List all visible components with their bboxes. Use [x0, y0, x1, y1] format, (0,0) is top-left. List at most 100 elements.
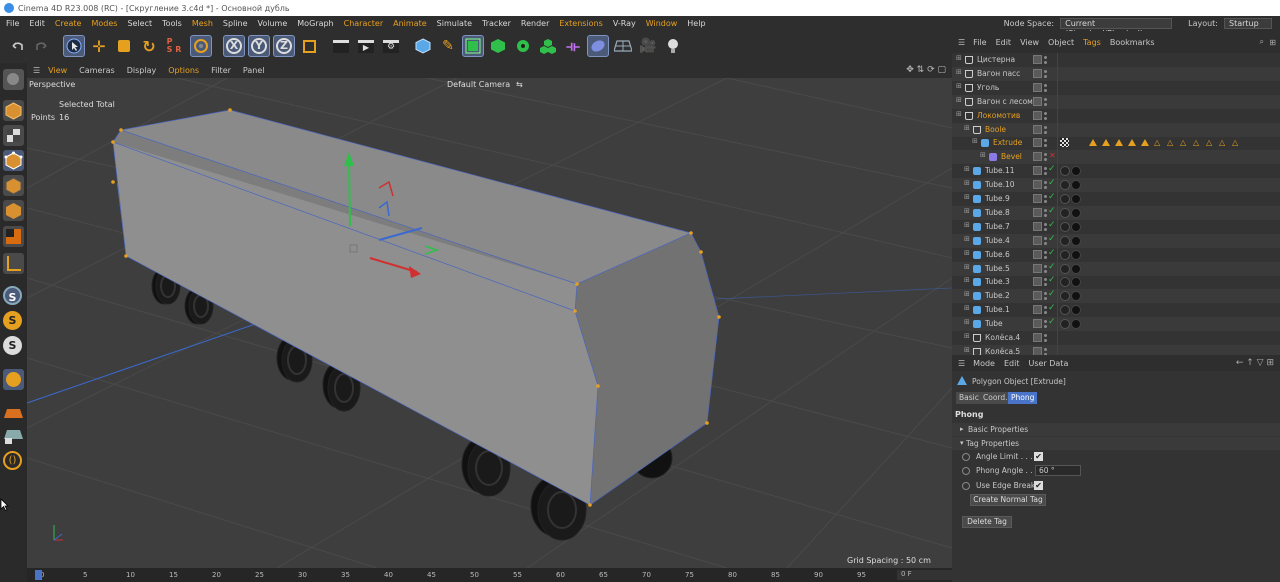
move-tool-button[interactable]: ✛ — [88, 35, 110, 57]
selection-tag-icon[interactable] — [1128, 139, 1136, 147]
disabled-x-icon[interactable]: ✕ — [1049, 151, 1056, 160]
material-tag-icon[interactable] — [1071, 194, 1081, 204]
enabled-check-icon[interactable]: ✓ — [1048, 248, 1056, 258]
material-tag-icon[interactable] — [1071, 207, 1081, 218]
expand-toggle-icon[interactable]: ⊞ — [964, 235, 970, 243]
playhead[interactable] — [35, 570, 42, 580]
expand-toggle-icon[interactable]: ⊞ — [964, 332, 970, 340]
layer-checkbox[interactable] — [1033, 138, 1042, 148]
visibility-dots[interactable] — [1044, 111, 1048, 121]
3d-viewport[interactable]: Perspective Default Camera ⇆ Selected To… — [27, 78, 952, 568]
layer-checkbox[interactable] — [1033, 82, 1042, 92]
phong-tag-icon[interactable] — [1060, 319, 1070, 330]
material-tag-icon[interactable] — [1071, 319, 1081, 330]
attribute-menu-mode[interactable]: Mode — [973, 359, 995, 368]
snap-s-button-3[interactable]: S — [3, 336, 24, 357]
viewport-menu-options[interactable]: Options — [168, 66, 199, 75]
menu-extensions[interactable]: Extensions — [559, 19, 602, 28]
expand-toggle-icon[interactable]: ⊞ — [964, 318, 970, 326]
layer-checkbox[interactable] — [1033, 319, 1042, 329]
object-manager-menu-icon[interactable]: ☰ — [958, 38, 965, 47]
object-menu-edit[interactable]: Edit — [996, 38, 1012, 47]
layer-checkbox[interactable] — [1033, 235, 1042, 245]
object-menu-tags[interactable]: Tags — [1083, 38, 1101, 47]
workplane-button[interactable] — [3, 401, 24, 422]
attribute-menu-user-data[interactable]: User Data — [1028, 359, 1068, 368]
expand-toggle-icon[interactable]: ⊞ — [964, 179, 970, 187]
material-tag-icon[interactable] — [1071, 291, 1081, 302]
projection-label[interactable]: Perspective — [29, 80, 75, 89]
layer-checkbox[interactable] — [1033, 221, 1042, 231]
material-tag-icon[interactable] — [1071, 249, 1081, 260]
render-button[interactable]: ▶ — [355, 35, 377, 57]
create-normal-tag-button[interactable]: Create Normal Tag — [970, 494, 1046, 506]
menu-mesh[interactable]: Mesh — [192, 19, 213, 28]
lock-workplane-button[interactable] — [3, 426, 24, 447]
viewport-menu-icon[interactable]: ☰ — [33, 66, 40, 75]
layer-checkbox[interactable] — [1033, 124, 1042, 134]
z-axis-lock-button[interactable]: Z — [273, 35, 295, 57]
edges-mode-button[interactable] — [3, 175, 24, 196]
menu-modes[interactable]: Modes — [91, 19, 117, 28]
object-row[interactable]: ⊞ Локомотив — [952, 108, 1280, 123]
rotate-tool-button[interactable]: ↻ — [138, 35, 160, 57]
menu-edit[interactable]: Edit — [29, 19, 45, 28]
expand-toggle-icon[interactable]: ⊞ — [972, 137, 978, 145]
visibility-dots[interactable] — [1044, 347, 1048, 355]
object-row[interactable]: ⊞ Extrude △ △ △ △ △ △ △ — [952, 136, 1280, 151]
visibility-dots[interactable] — [1044, 83, 1048, 93]
expand-toggle-icon[interactable]: ⊞ — [964, 193, 970, 201]
texture-mode-button[interactable] — [3, 125, 24, 146]
object-row[interactable]: ⊞ Boole — [952, 122, 1280, 137]
enabled-check-icon[interactable]: ✓ — [1048, 164, 1056, 174]
object-menu-view[interactable]: View — [1020, 38, 1039, 47]
menu-file[interactable]: File — [6, 19, 19, 28]
expand-toggle-icon[interactable]: ⊞ — [964, 290, 970, 298]
node-space-dropdown[interactable]: Current (Standard/Physical) — [1060, 18, 1173, 38]
menu-select[interactable]: Select — [127, 19, 152, 28]
cube-object-button[interactable] — [412, 35, 434, 57]
object-menu-file[interactable]: File — [973, 38, 986, 47]
object-row[interactable]: ⊞ Tube.11 ✓ — [952, 164, 1280, 179]
enabled-check-icon[interactable]: ✓ — [1048, 317, 1056, 327]
selection-tag-icon[interactable]: △ — [1180, 139, 1186, 147]
cloner-grid-button[interactable] — [537, 35, 559, 57]
selection-tag-icon[interactable] — [1089, 139, 1097, 147]
layer-checkbox[interactable] — [1033, 55, 1042, 64]
selection-tag-icon[interactable]: △ — [1193, 139, 1199, 147]
layer-checkbox[interactable] — [1033, 207, 1042, 217]
visibility-dots[interactable] — [1044, 152, 1048, 162]
deformer-button[interactable]: ⟛ — [562, 35, 584, 57]
object-menu-bookmarks[interactable]: Bookmarks — [1110, 38, 1155, 47]
edge-breaks-anim-dot[interactable] — [962, 482, 970, 490]
layer-checkbox[interactable] — [1033, 166, 1042, 176]
menu-spline[interactable]: Spline — [223, 19, 248, 28]
material-tag-icon[interactable] — [1071, 166, 1081, 177]
menu-help[interactable]: Help — [687, 19, 705, 28]
object-row[interactable]: ⊞ Вагон пасс — [952, 66, 1280, 81]
search-icon[interactable]: ⌕ — [1260, 37, 1264, 47]
visibility-dots[interactable] — [1044, 97, 1048, 107]
viewport-menu-display[interactable]: Display — [127, 66, 157, 75]
phong-tag-icon[interactable] — [1060, 291, 1070, 302]
expand-toggle-icon[interactable]: ⊞ — [964, 124, 970, 132]
object-row[interactable]: ⊞ Tube.9 ✓ — [952, 192, 1280, 206]
polygons-mode-button[interactable] — [3, 200, 24, 221]
expand-toggle-icon[interactable]: ⊞ — [964, 165, 970, 173]
delete-tag-button[interactable]: Delete Tag — [962, 516, 1012, 528]
object-row[interactable]: ⊞ Tube.2 ✓ — [952, 289, 1280, 304]
magnet-tool-button[interactable] — [3, 369, 24, 390]
object-row[interactable]: ⊞ Tube.5 ✓ — [952, 261, 1280, 276]
attribute-menu-icon[interactable]: ☰ — [958, 359, 965, 368]
camera-object-button[interactable]: 🎥 — [637, 35, 659, 57]
psr-button[interactable]: PS R — [163, 35, 185, 57]
angle-limit-checkbox[interactable]: ✔ — [1034, 452, 1043, 461]
axis-mode-button[interactable] — [3, 253, 24, 274]
y-axis-lock-button[interactable]: Y — [248, 35, 270, 57]
phong-tag-icon[interactable] — [1060, 166, 1070, 177]
snap-tool-button[interactable] — [190, 35, 212, 57]
object-row[interactable]: ⊞ Tube ✓ — [952, 317, 1280, 332]
select-tool-button[interactable] — [63, 35, 85, 57]
phong-tag-icon[interactable] — [1060, 207, 1070, 218]
menu-simulate[interactable]: Simulate — [437, 19, 472, 28]
